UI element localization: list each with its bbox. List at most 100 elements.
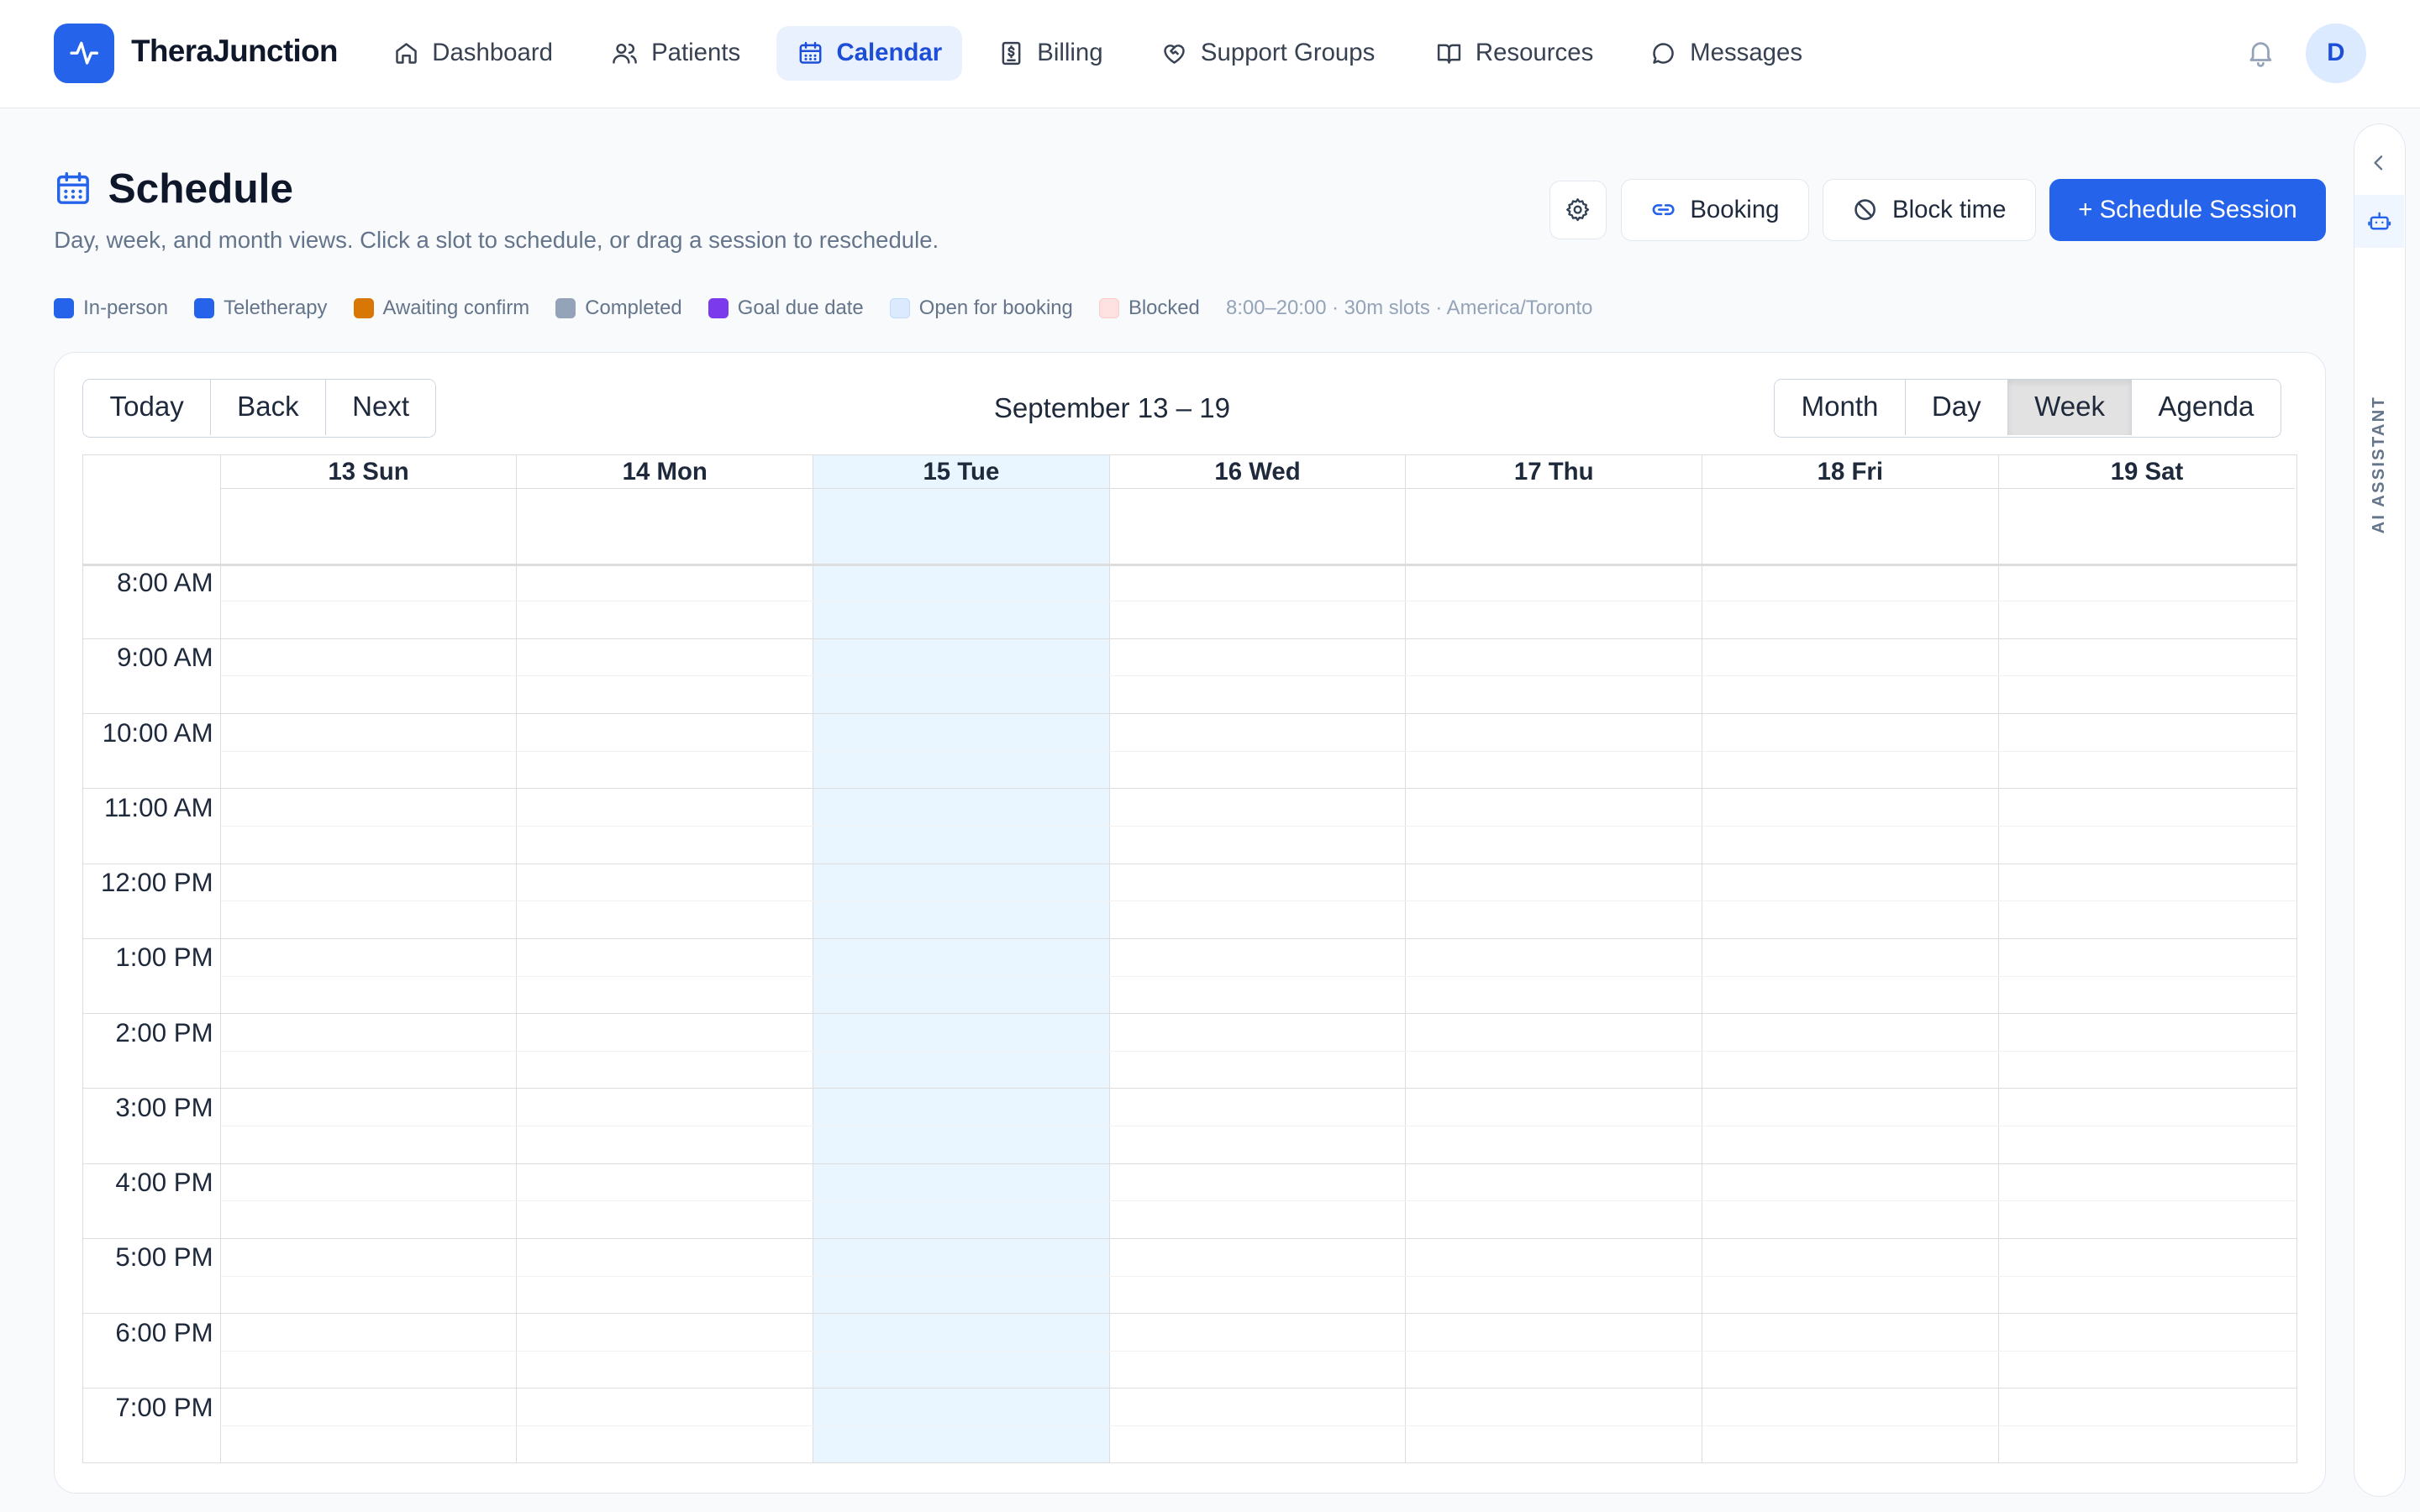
day-header[interactable]: 18 Fri (1702, 455, 1998, 490)
link-icon (1652, 204, 1675, 216)
day-header[interactable]: 13 Sun (220, 455, 517, 490)
day-column[interactable]: 18 Fri (1702, 454, 1999, 1463)
hour-label: 6:00 PM (115, 1317, 213, 1347)
half-hour-line (220, 975, 2296, 977)
half-hour-line (220, 1275, 2296, 1277)
all-day-divider (83, 563, 2296, 566)
legend-item-goal-due-date: Goal due date (708, 297, 864, 320)
hour-line (83, 1088, 2296, 1089)
legend-item-teletherapy: Teletherapy (194, 297, 327, 320)
all-day-slot[interactable] (1702, 489, 1998, 563)
hour-label: 11:00 AM (104, 792, 213, 822)
legend-item-awaiting-confirm: Awaiting confirm (353, 297, 529, 320)
calendar-hours-timezone: 8:00–20:00 · 30m slots · America/Toronto (1226, 296, 1593, 319)
gear-icon (1566, 198, 1590, 222)
day-header[interactable]: 14 Mon (517, 455, 813, 490)
calendar-settings-button[interactable] (1549, 180, 1607, 239)
top-navigation-bar: TheraJunction Dashboard Patients Calenda… (0, 0, 2420, 108)
app-name[interactable]: TheraJunction (131, 34, 338, 69)
all-day-slot[interactable] (1406, 489, 1702, 563)
day-header[interactable]: 19 Sat (1998, 455, 2296, 490)
half-hour-line (220, 825, 2296, 827)
legend-item-completed: Completed (555, 297, 682, 320)
message-icon (1653, 43, 1675, 64)
all-day-slot[interactable] (1999, 489, 2296, 563)
user-avatar[interactable]: D (2306, 23, 2366, 84)
schedule-session-button[interactable]: + Schedule Session (2049, 179, 2326, 241)
nav-support-groups-label: Support Groups (1200, 39, 1376, 67)
nav-calendar[interactable]: Calendar (776, 26, 963, 81)
nav-resources-label: Resources (1475, 39, 1594, 67)
hour-label: 10:00 AM (102, 717, 213, 748)
hour-line (83, 1388, 2296, 1389)
book-icon (1438, 44, 1461, 64)
day-header[interactable]: 17 Thu (1406, 455, 1702, 490)
hour-label: 2:00 PM (115, 1017, 213, 1047)
home-icon (395, 43, 417, 64)
ban-icon (1854, 199, 1876, 221)
day-column[interactable]: 19 Sat (1998, 455, 2296, 1462)
block-time-button[interactable]: Block time (1823, 179, 2036, 241)
day-column[interactable]: 16 Wed (1109, 454, 1407, 1463)
all-day-slot[interactable] (221, 489, 517, 563)
page-subtitle: Day, week, and month views. Click a slot… (54, 226, 939, 253)
nav-patients[interactable]: Patients (591, 26, 760, 80)
block-time-button-label: Block time (1891, 195, 2007, 223)
hour-label: 8:00 AM (117, 568, 213, 598)
hour-line (83, 937, 2296, 939)
nav-messages-label: Messages (1690, 39, 1803, 67)
app-logo[interactable] (54, 23, 114, 84)
view-day-button[interactable]: Day (1905, 379, 2008, 436)
calendar-icon (799, 41, 822, 64)
half-hour-line (220, 1425, 2296, 1426)
day-column[interactable]: 15 Tue (813, 454, 1110, 1463)
hour-label: 1:00 PM (115, 942, 213, 973)
page-title: Schedule (108, 164, 293, 212)
all-day-slot[interactable] (1110, 489, 1406, 563)
hour-label: 5:00 PM (115, 1242, 213, 1273)
hour-label: 7:00 PM (115, 1392, 213, 1422)
half-hour-line (220, 1200, 2296, 1201)
chevron-left-icon[interactable] (2368, 152, 2390, 174)
hour-line (83, 713, 2296, 714)
receipt-icon (1002, 41, 1020, 65)
users-icon (613, 43, 638, 64)
nav-dashboard[interactable]: Dashboard (372, 26, 573, 80)
nav-support-groups[interactable]: Support Groups (1140, 26, 1395, 80)
hour-label: 4:00 PM (115, 1168, 213, 1198)
nav-resources[interactable]: Resources (1415, 26, 1613, 80)
view-week-button[interactable]: Week (2007, 379, 2133, 436)
calendar-icon (57, 172, 90, 204)
schedule-session-button-label: + Schedule Session (2078, 195, 2297, 223)
hour-line (83, 788, 2296, 789)
all-day-slot[interactable] (517, 489, 813, 563)
bot-icon (2367, 212, 2391, 230)
half-hour-line (220, 750, 2296, 752)
half-hour-line (220, 900, 2296, 901)
time-gutter: 8:00 AM 9:00 AM 10:00 AM 11:00 AM 12:00 PM 1:… (83, 454, 221, 1463)
day-column[interactable]: 14 Mon (517, 454, 814, 1463)
calendar-legend: In-person Teletherapy Awaiting confirm C… (54, 297, 1592, 320)
bell-icon[interactable] (2245, 37, 2276, 68)
hour-line (83, 1013, 2296, 1014)
day-header[interactable]: 16 Wed (1109, 455, 1406, 490)
ai-assistant-panel: AI ASSISTANT (2353, 123, 2407, 1497)
nav-messages[interactable]: Messages (1630, 26, 1823, 80)
nav-billing[interactable]: Billing (977, 26, 1123, 80)
nav-patients-label: Patients (651, 39, 741, 67)
calendar-card: Today Back Next September 13 – 19 Month … (54, 351, 2326, 1494)
day-column[interactable]: 13 Sun (220, 454, 518, 1463)
legend-item-blocked: Blocked (1099, 297, 1200, 320)
ai-assistant-toggle[interactable] (2354, 195, 2404, 248)
day-header[interactable]: 15 Tue (813, 455, 1109, 490)
booking-button[interactable]: Booking (1620, 179, 1809, 241)
hour-line (83, 1163, 2296, 1164)
heart-handshake-icon (1164, 44, 1185, 64)
hour-line (83, 1237, 2296, 1239)
all-day-slot[interactable] (813, 489, 1109, 563)
day-column[interactable]: 17 Thu (1406, 454, 1703, 1463)
view-agenda-button[interactable]: Agenda (2132, 379, 2281, 436)
view-month-button[interactable]: Month (1775, 379, 1906, 436)
hour-line (83, 638, 2296, 639)
hour-label: 3:00 PM (115, 1092, 213, 1122)
